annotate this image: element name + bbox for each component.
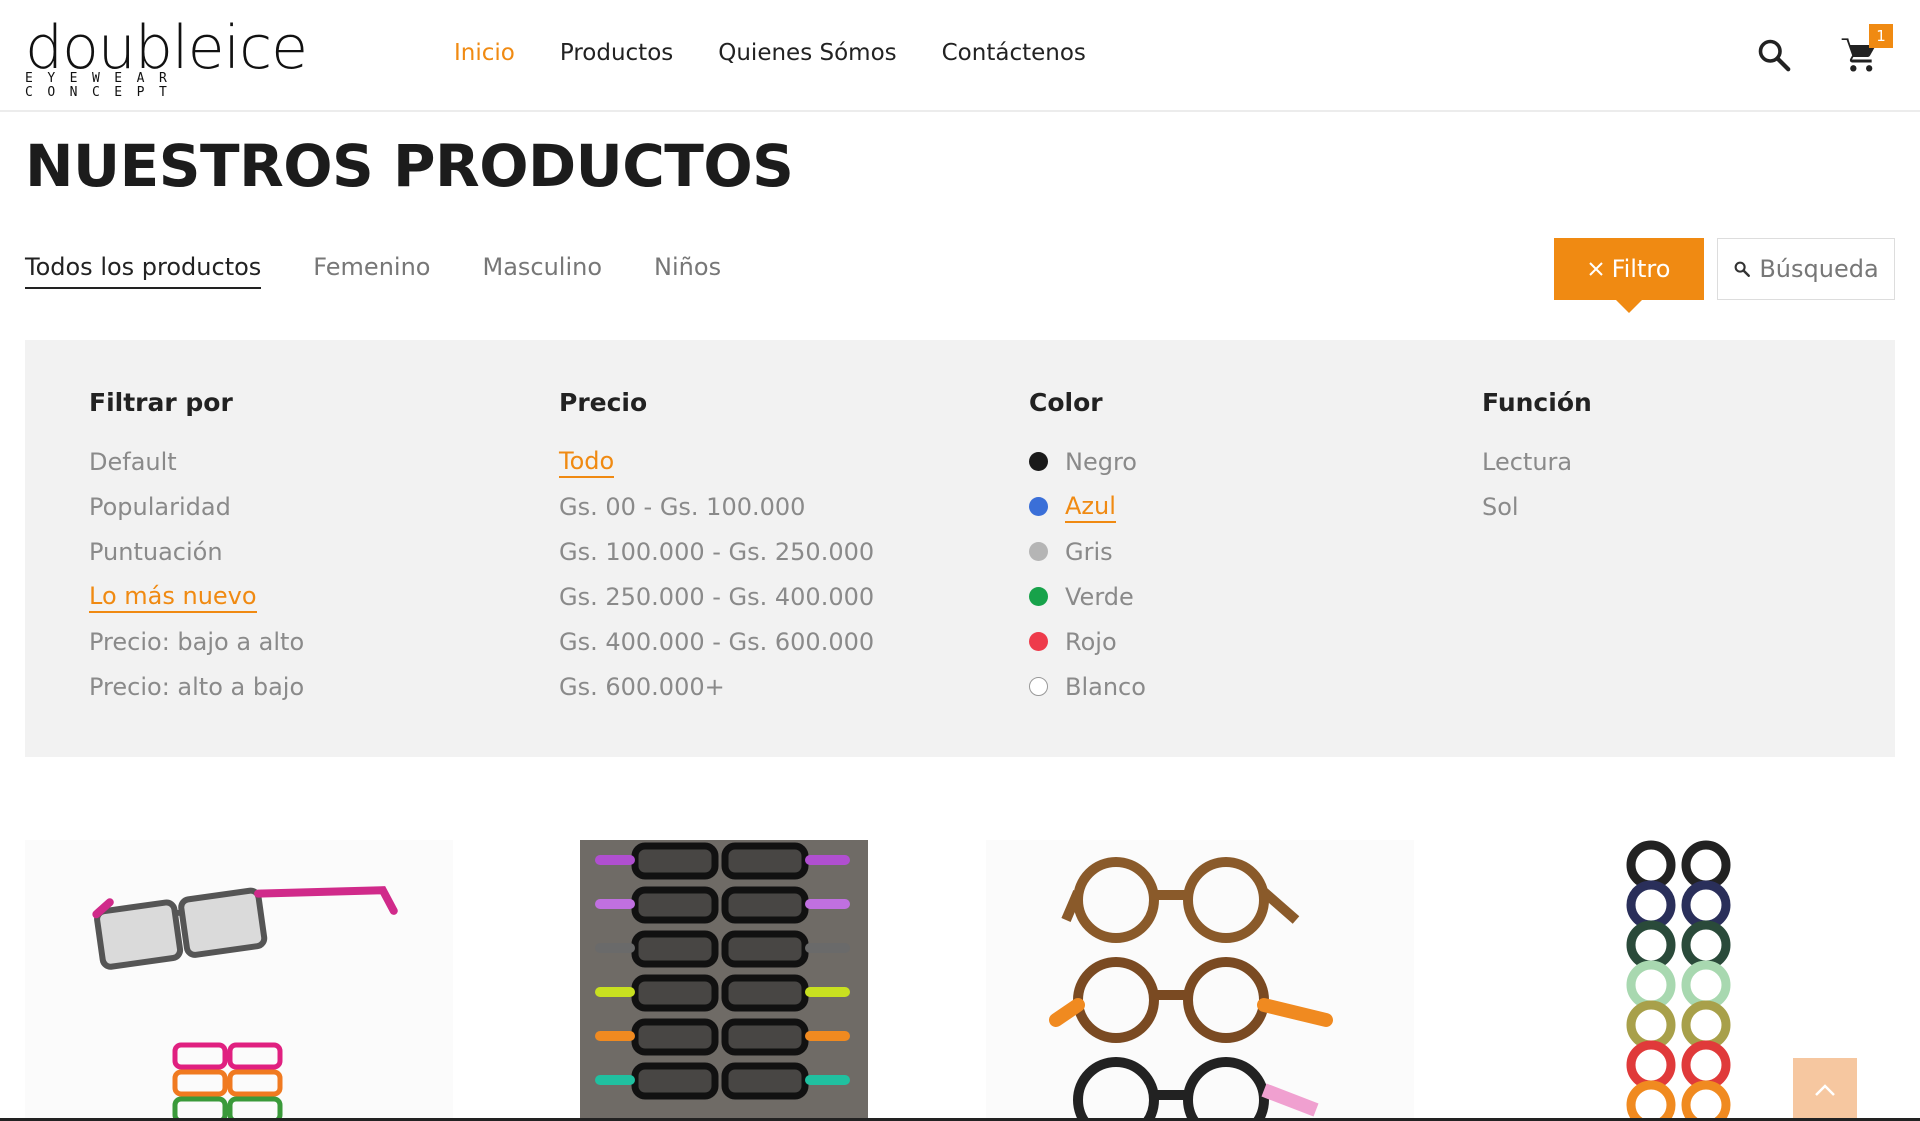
sort-option[interactable]: Puntuación	[89, 529, 304, 574]
product-image	[92, 886, 398, 1121]
sort-option[interactable]: Precio: bajo a alto	[89, 619, 304, 664]
function-option-sol[interactable]: Sol	[1482, 484, 1592, 529]
price-option-selected[interactable]: Todo	[559, 439, 874, 484]
color-option-blanco[interactable]: Blanco	[1029, 664, 1146, 709]
color-option-rojo[interactable]: Rojo	[1029, 619, 1146, 664]
filter-panel: Filtrar por Default Popularidad Puntuaci…	[25, 340, 1895, 757]
chevron-up-icon	[1815, 1083, 1835, 1096]
product-card[interactable]	[25, 840, 453, 1121]
filter-button[interactable]: Filtro	[1554, 238, 1704, 300]
color-swatch	[1029, 542, 1048, 561]
function-title: Función	[1482, 388, 1592, 417]
search-button[interactable]: Búsqueda	[1717, 238, 1895, 300]
color-option-verde[interactable]: Verde	[1029, 574, 1146, 619]
color-swatch	[1029, 587, 1048, 606]
search-icon[interactable]	[1756, 37, 1792, 73]
logo[interactable]: doubleice EYEWEAR CONCEPT	[25, 13, 355, 100]
color-option-negro[interactable]: Negro	[1029, 439, 1146, 484]
price-option[interactable]: Gs. 600.000+	[559, 664, 874, 709]
sort-title: Filtrar por	[89, 388, 233, 417]
function-column: Función Lectura Sol	[1482, 388, 1592, 529]
color-swatch	[1029, 497, 1048, 516]
filter-pointer	[1616, 300, 1642, 313]
price-option[interactable]: Gs. 400.000 - Gs. 600.000	[559, 619, 874, 664]
back-to-top-button[interactable]	[1793, 1058, 1857, 1121]
search-button-label: Búsqueda	[1759, 255, 1879, 283]
nav-item-quienes-somos[interactable]: Quienes Sómos	[718, 40, 896, 66]
color-option-gris[interactable]: Gris	[1029, 529, 1146, 574]
color-column: Color Negro Azul Gris Verde Rojo Blanco	[1029, 388, 1146, 709]
sort-option-selected[interactable]: Lo más nuevo	[89, 574, 304, 619]
logo-wordmark: doubleice	[25, 13, 308, 83]
product-image	[1049, 857, 1333, 1121]
product-card[interactable]	[580, 840, 868, 1121]
cart-count-badge: 1	[1869, 24, 1893, 48]
product-image	[580, 840, 868, 1121]
main-nav: Inicio Productos Quienes Sómos Contácten…	[454, 40, 1086, 66]
price-title: Precio	[559, 388, 648, 417]
sort-option[interactable]: Precio: alto a bajo	[89, 664, 304, 709]
filter-button-label: Filtro	[1611, 255, 1671, 283]
color-swatch	[1029, 632, 1048, 651]
price-option[interactable]: Gs. 100.000 - Gs. 250.000	[559, 529, 874, 574]
price-option[interactable]: Gs. 250.000 - Gs. 400.000	[559, 574, 874, 619]
close-icon	[1588, 262, 1603, 276]
function-option-lectura[interactable]: Lectura	[1482, 439, 1592, 484]
tab-ninos[interactable]: Niños	[654, 253, 721, 289]
site-header: doubleice EYEWEAR CONCEPT Inicio Product…	[0, 0, 1920, 112]
tab-masculino[interactable]: Masculino	[482, 253, 602, 289]
page-title: NUESTROS PRODUCTOS	[25, 132, 794, 200]
color-option-azul[interactable]: Azul	[1029, 484, 1146, 529]
tab-todos[interactable]: Todos los productos	[25, 253, 262, 289]
category-tabs: Todos los productos Femenino Masculino N…	[25, 253, 721, 289]
sort-option[interactable]: Default	[89, 439, 304, 484]
price-option[interactable]: Gs. 00 - Gs. 100.000	[559, 484, 874, 529]
search-icon	[1734, 261, 1751, 277]
color-swatch	[1029, 452, 1048, 471]
nav-item-inicio[interactable]: Inicio	[454, 40, 515, 66]
price-column: Precio Todo Gs. 00 - Gs. 100.000 Gs. 100…	[559, 388, 874, 709]
sort-column: Filtrar por Default Popularidad Puntuaci…	[89, 388, 304, 709]
nav-item-productos[interactable]: Productos	[560, 40, 673, 66]
product-card[interactable]	[986, 840, 1414, 1121]
color-swatch	[1029, 677, 1048, 696]
color-title: Color	[1029, 388, 1103, 417]
nav-item-contactenos[interactable]: Contáctenos	[942, 40, 1086, 66]
sort-option[interactable]: Popularidad	[89, 484, 304, 529]
stacked-glasses	[172, 1042, 283, 1121]
tab-femenino[interactable]: Femenino	[313, 253, 430, 289]
